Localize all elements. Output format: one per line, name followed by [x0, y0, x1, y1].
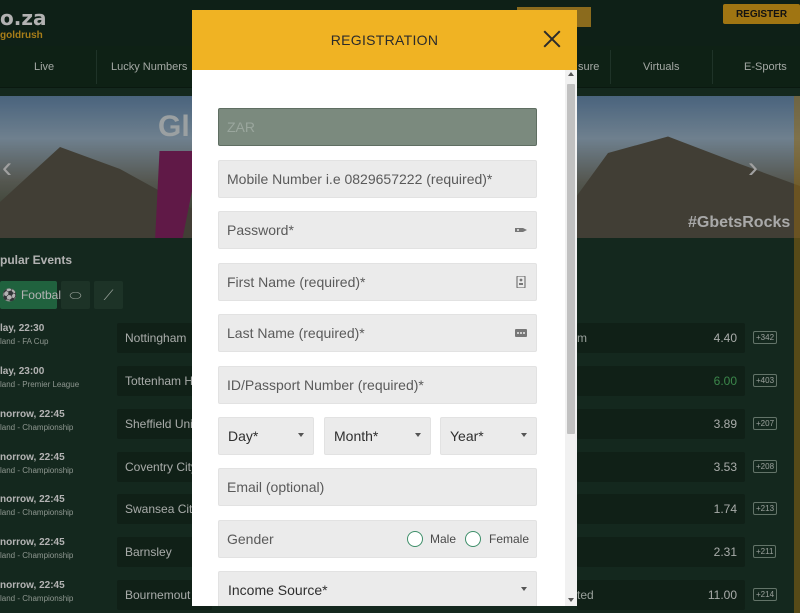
- gender-male-radio[interactable]: [407, 531, 423, 547]
- first-name-input[interactable]: First Name (required)*: [218, 263, 537, 301]
- password-input[interactable]: Password*: [218, 211, 537, 249]
- gender-male-label[interactable]: Male: [430, 532, 456, 546]
- scrollbar-thumb[interactable]: [567, 84, 575, 434]
- id-card-icon: [516, 276, 526, 288]
- modal-header: REGISTRATION: [192, 10, 577, 70]
- income-source-label: Income Source*: [228, 582, 328, 598]
- last-name-input[interactable]: Last Name (required)*: [218, 314, 537, 352]
- modal-scrollbar[interactable]: [565, 70, 577, 606]
- registration-form: ZAR Mobile Number i.e 0829657222 (requir…: [192, 70, 565, 606]
- dob-month-select[interactable]: Month*: [324, 417, 431, 455]
- chevron-down-icon: [521, 587, 527, 591]
- chevron-down-icon: [415, 433, 421, 437]
- password-placeholder: Password*: [227, 222, 294, 238]
- gender-female-radio[interactable]: [465, 531, 481, 547]
- mobile-number-input[interactable]: Mobile Number i.e 0829657222 (required)*: [218, 160, 537, 198]
- dob-day-select[interactable]: Day*: [218, 417, 314, 455]
- gender-female-label[interactable]: Female: [489, 532, 529, 546]
- chevron-down-icon: [298, 433, 304, 437]
- currency-value: ZAR: [227, 119, 255, 135]
- gender-label: Gender: [227, 531, 274, 547]
- key-icon[interactable]: [514, 224, 528, 236]
- dob-year-select[interactable]: Year*: [440, 417, 537, 455]
- gender-field: Gender Male Female: [218, 520, 537, 558]
- email-input[interactable]: Email (optional): [218, 468, 537, 506]
- close-icon[interactable]: [541, 28, 563, 50]
- dob-month-label: Month*: [334, 428, 379, 444]
- scroll-down-icon[interactable]: [568, 598, 574, 602]
- last-name-placeholder: Last Name (required)*: [227, 325, 365, 341]
- currency-field: ZAR: [218, 108, 537, 146]
- mobile-number-placeholder: Mobile Number i.e 0829657222 (required)*: [227, 171, 493, 187]
- modal-title: REGISTRATION: [330, 32, 439, 48]
- more-icon: [515, 329, 527, 337]
- id-passport-input[interactable]: ID/Passport Number (required)*: [218, 366, 537, 404]
- first-name-placeholder: First Name (required)*: [227, 274, 366, 290]
- dob-year-label: Year*: [450, 428, 484, 444]
- income-source-select[interactable]: Income Source*: [218, 571, 537, 606]
- id-passport-placeholder: ID/Passport Number (required)*: [227, 377, 424, 393]
- scroll-up-icon[interactable]: [568, 72, 574, 76]
- registration-modal: REGISTRATION ZAR Mobile Number i.e 08296…: [192, 10, 577, 606]
- email-placeholder: Email (optional): [227, 479, 325, 495]
- chevron-down-icon: [521, 433, 527, 437]
- dob-day-label: Day*: [228, 428, 259, 444]
